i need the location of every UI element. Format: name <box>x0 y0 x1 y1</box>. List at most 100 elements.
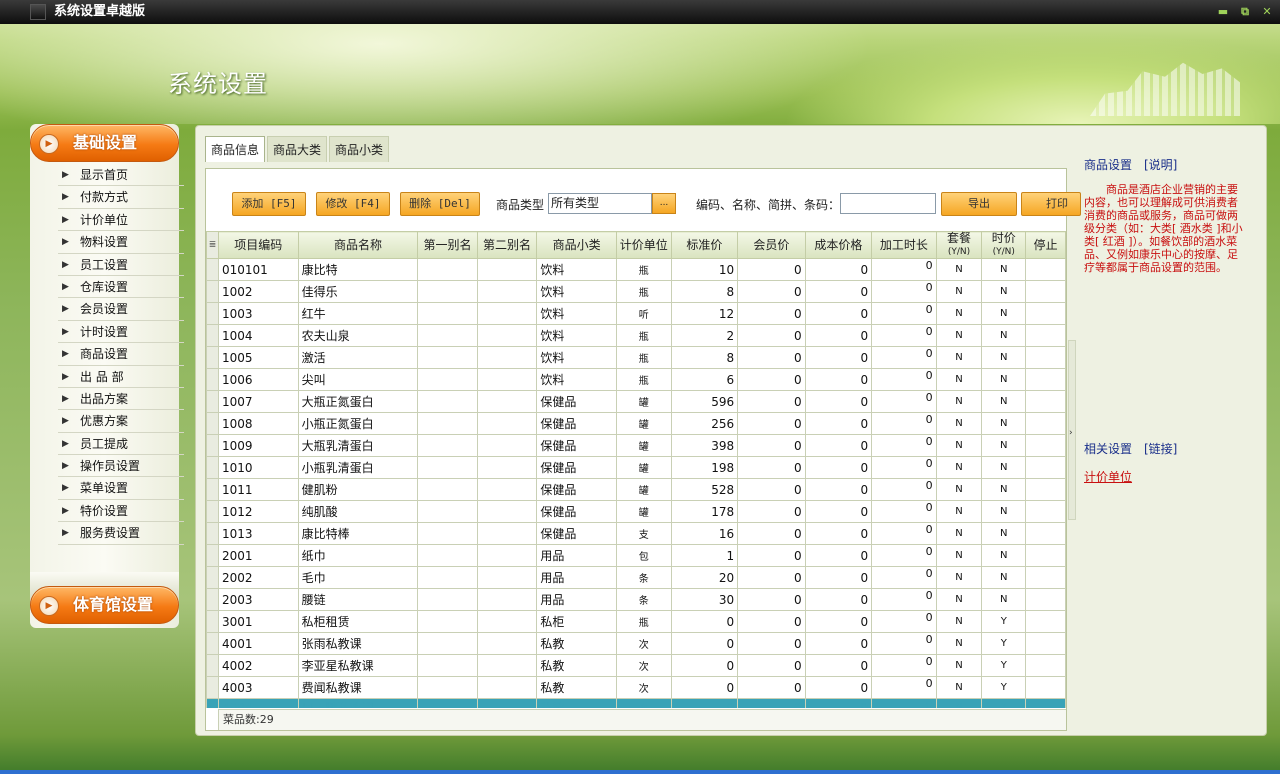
table-row[interactable]: 1010 小瓶乳清蛋白 保健品罐 198 0 0 0 N N <box>206 456 1066 479</box>
table-cell: 0 <box>737 368 806 391</box>
table-row[interactable]: 1012 纯肌酸 保健品罐 178 0 0 0 N N <box>206 500 1066 523</box>
type-picker-button[interactable]: ... <box>652 193 676 214</box>
row-header-cell[interactable] <box>206 654 219 677</box>
table-cell: N <box>981 258 1027 281</box>
edit-button[interactable]: 修改 [F4] <box>316 192 390 216</box>
table-row[interactable]: 1005 激活 饮料瓶 8 0 0 0 N N <box>206 346 1066 369</box>
sidebar-item[interactable]: ▶ 员工提成 <box>58 433 184 456</box>
row-header-cell[interactable] <box>206 324 219 347</box>
table-row[interactable]: 010101 康比特 饮料瓶 10 0 0 0 N N <box>206 258 1066 281</box>
table-cell <box>417 412 478 435</box>
row-header-cell[interactable] <box>206 610 219 633</box>
col-cost-price[interactable]: 成本价格 <box>804 231 873 259</box>
search-input[interactable] <box>840 193 936 214</box>
table-row[interactable]: 3001 私柜租赁 私柜瓶 0 0 0 0 N Y <box>206 610 1066 633</box>
table-row[interactable]: 4003 费闻私教课 私教次 0 0 0 0 N Y <box>206 676 1066 699</box>
export-button[interactable]: 导出 <box>941 192 1017 216</box>
tab-product-category[interactable]: 商品大类 <box>267 136 328 162</box>
delete-button[interactable]: 删除 [Del] <box>400 192 480 216</box>
row-header-cell[interactable] <box>206 390 219 413</box>
row-header-cell[interactable] <box>206 368 219 391</box>
minimize-icon[interactable]: ▬ <box>1216 2 1230 22</box>
col-member-price[interactable]: 会员价 <box>737 231 806 259</box>
row-header-cell[interactable] <box>206 258 219 281</box>
table-row[interactable]: 1011 健肌粉 保健品罐 528 0 0 0 N N <box>206 478 1066 501</box>
row-header-cell[interactable] <box>206 478 219 501</box>
sidebar-item[interactable]: ▶ 仓库设置 <box>58 276 184 299</box>
table-row[interactable]: 1007 大瓶正氮蛋白 保健品罐 596 0 0 0 N N <box>206 390 1066 413</box>
sidebar-item[interactable]: ▶ 计价单位 <box>58 209 184 232</box>
table-row[interactable]: 2003 腰链 用品条 30 0 0 0 N N <box>206 588 1066 611</box>
col-market-price[interactable]: 时价 (Y/N) <box>981 231 1027 259</box>
table-row[interactable]: 1008 小瓶正氮蛋白 保健品罐 256 0 0 0 N N <box>206 412 1066 435</box>
row-header-cell[interactable] <box>206 676 219 699</box>
sidebar-group-label: 体育馆设置 <box>73 595 154 614</box>
sidebar-item[interactable]: ▶ 菜单设置 <box>58 477 184 500</box>
table-row[interactable]: 1003 红牛 饮料听 12 0 0 0 N N <box>206 302 1066 325</box>
sidebar-item[interactable]: ▶ 计时设置 <box>58 321 184 344</box>
sidebar-item[interactable]: ▶ 服务费设置 <box>58 522 184 545</box>
type-select[interactable]: 所有类型 <box>548 193 652 214</box>
add-button[interactable]: 添加 [F5] <box>232 192 306 216</box>
col-standard-price[interactable]: 标准价 <box>670 231 739 259</box>
row-header-cell[interactable] <box>206 566 219 589</box>
row-header-cell[interactable] <box>206 346 219 369</box>
bullet-arrow-icon: ▶ <box>62 505 69 516</box>
sidebar-item[interactable]: ▶ 物料设置 <box>58 231 184 254</box>
col-set-meal[interactable]: 套餐 (Y/N) <box>935 231 983 259</box>
sidebar-item[interactable]: ▶ 会员设置 <box>58 298 184 321</box>
table-cell: Y <box>981 654 1027 677</box>
row-header-cell[interactable] <box>206 544 219 567</box>
col-processing-time[interactable]: 加工时长 <box>871 231 937 259</box>
sidebar-item[interactable]: ▶ 显示首页 <box>58 164 184 187</box>
sidebar-item[interactable]: ▶ 优惠方案 <box>58 410 184 433</box>
col-code[interactable]: 项目编码 <box>217 231 299 259</box>
row-header-cell[interactable] <box>206 500 219 523</box>
collapse-arrow-icon[interactable]: › <box>1069 428 1073 438</box>
sidebar-group-basic-settings[interactable]: ▶ 基础设置 <box>30 124 179 162</box>
sidebar-item[interactable]: ▶ 出 品 部 <box>58 366 184 388</box>
table-row[interactable]: 2002 毛巾 用品条 20 0 0 0 N N <box>206 566 1066 589</box>
row-header-cell[interactable] <box>206 522 219 545</box>
table-row[interactable]: ▸4004周天鹏私教课私教次0000NY <box>206 698 1066 708</box>
table-row[interactable]: 1013 康比特棒 保健品支 16 0 0 0 N N <box>206 522 1066 545</box>
table-row[interactable]: 1004 农夫山泉 饮料瓶 2 0 0 0 N N <box>206 324 1066 347</box>
row-header-cell[interactable] <box>206 456 219 479</box>
table-cell <box>1025 280 1066 303</box>
product-table: ≣ 项目编码 商品名称 第一别名 第二别名 商品小类 计价单位 标准价 会员价 … <box>206 231 1066 708</box>
row-header-cell[interactable]: ▸ <box>206 698 219 708</box>
sidebar-item[interactable]: ▶ 出品方案 <box>58 388 184 411</box>
sidebar-item[interactable]: ▶ 操作员设置 <box>58 455 184 478</box>
row-header-cell[interactable] <box>206 412 219 435</box>
tab-product-info[interactable]: 商品信息 <box>205 136 266 162</box>
row-header-cell[interactable] <box>206 632 219 655</box>
tab-product-subcategory[interactable]: 商品小类 <box>329 136 390 162</box>
sidebar-group-gym-settings[interactable]: ▶ 体育馆设置 <box>30 586 179 624</box>
row-header-cell[interactable] <box>206 280 219 303</box>
col-alias1[interactable]: 第一别名 <box>417 231 478 259</box>
table-row[interactable]: 4002 李亚星私教课 私教次 0 0 0 0 N Y <box>206 654 1066 677</box>
col-subcategory[interactable]: 商品小类 <box>536 231 617 259</box>
close-icon[interactable]: ✕ <box>1260 2 1274 22</box>
print-button[interactable]: 打印 <box>1021 192 1081 216</box>
table-row[interactable]: 1009 大瓶乳清蛋白 保健品罐 398 0 0 0 N N <box>206 434 1066 457</box>
col-unit[interactable]: 计价单位 <box>615 231 672 259</box>
restore-icon[interactable]: ⧉ <box>1238 2 1252 22</box>
col-alias2[interactable]: 第二别名 <box>476 231 538 259</box>
col-name[interactable]: 商品名称 <box>297 231 419 259</box>
table-cell <box>476 566 538 589</box>
row-header-cell[interactable] <box>206 588 219 611</box>
sidebar-item[interactable]: ▶ 员工设置 <box>58 254 184 276</box>
sidebar-item-label: 操作员设置 <box>80 459 141 474</box>
col-stop[interactable]: 停止 <box>1025 231 1066 259</box>
related-link-pricing-unit[interactable]: 计价单位 <box>1084 468 1132 485</box>
row-header-cell[interactable] <box>206 434 219 457</box>
sidebar-item[interactable]: ▶ 付款方式 <box>58 186 184 209</box>
table-row[interactable]: 1002 佳得乐 饮料瓶 8 0 0 0 N N <box>206 280 1066 303</box>
sidebar-item[interactable]: ▶ 特价设置 <box>58 500 184 523</box>
row-header-cell[interactable] <box>206 302 219 325</box>
sidebar-item[interactable]: ▶ 商品设置 <box>58 343 184 366</box>
table-row[interactable]: 1006 尖叫 饮料瓶 6 0 0 0 N N <box>206 368 1066 391</box>
table-row[interactable]: 4001 张雨私教课 私教次 0 0 0 0 N Y <box>206 632 1066 655</box>
table-row[interactable]: 2001 纸巾 用品包 1 0 0 0 N N <box>206 544 1066 567</box>
